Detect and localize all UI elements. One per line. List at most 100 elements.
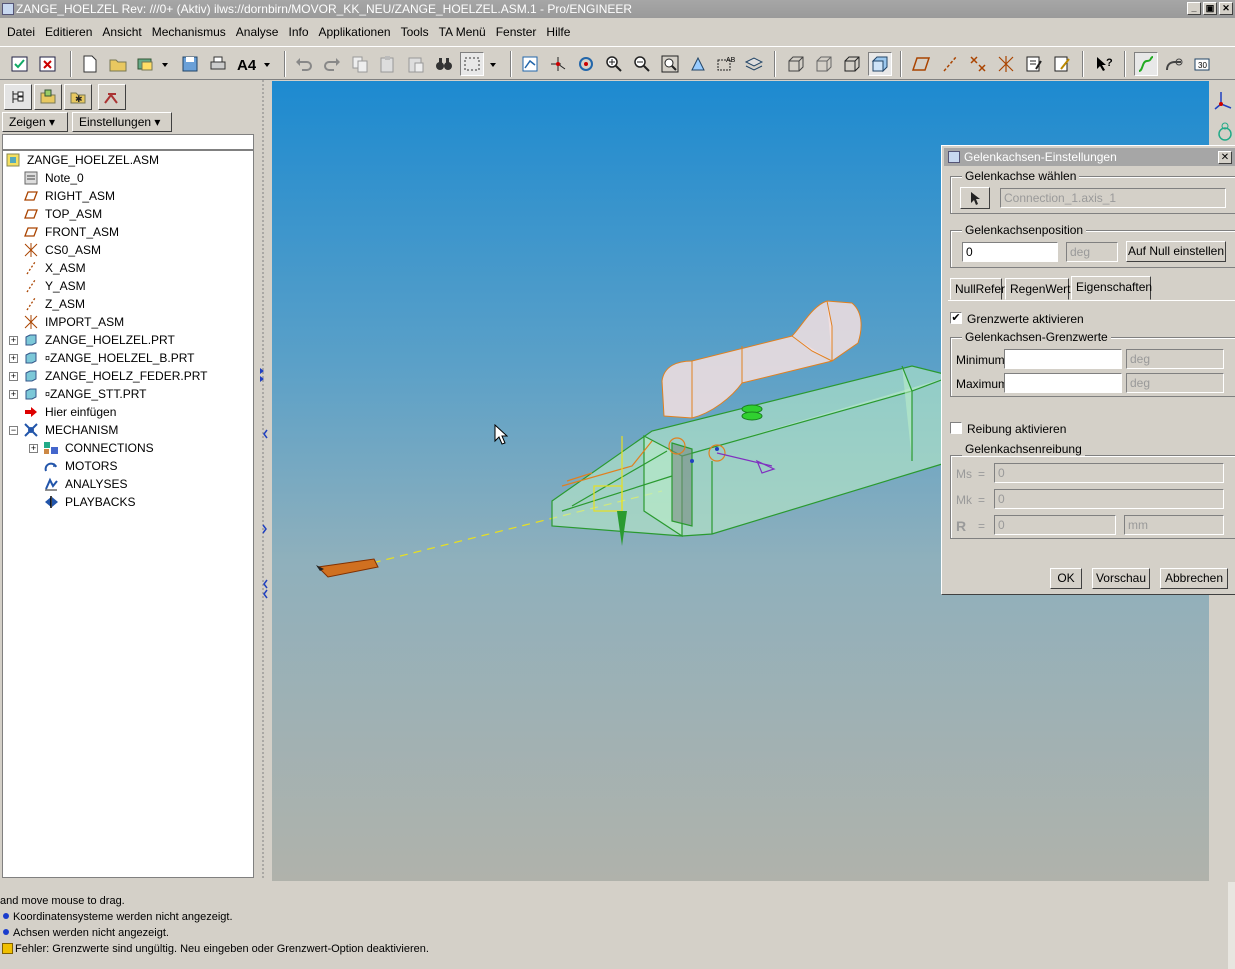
ok-button[interactable]: OK: [1050, 568, 1082, 589]
saved-views-icon[interactable]: AB: [714, 52, 738, 76]
no-hidden-icon[interactable]: [840, 52, 864, 76]
layers-icon[interactable]: [742, 52, 766, 76]
model-tree-tab[interactable]: [4, 84, 32, 110]
menu-datei[interactable]: Datei: [2, 22, 40, 42]
hidden-line-icon[interactable]: [812, 52, 836, 76]
new-file-icon[interactable]: [78, 52, 102, 76]
expand-toggle[interactable]: +: [9, 372, 18, 381]
open-folder-icon[interactable]: [106, 52, 130, 76]
paste-special-icon[interactable]: [404, 52, 428, 76]
message-line: Koordinatensysteme werden nicht angezeig…: [0, 909, 233, 925]
redo-icon[interactable]: [320, 52, 344, 76]
tab-nullrefer[interactable]: NullRefer: [950, 278, 1005, 300]
refit-icon[interactable]: [658, 52, 682, 76]
joint-axis-settings-dialog: Gelenkachsen-Einstellungen ✕ Gelenkachse…: [941, 145, 1235, 595]
menu-applikationen[interactable]: Applikationen: [314, 22, 396, 42]
drag-components-icon[interactable]: [1134, 52, 1158, 76]
zeigen-dropdown[interactable]: Zeigen ▾: [2, 112, 68, 132]
edit-annotation-icon[interactable]: [1050, 52, 1074, 76]
datum-points-icon[interactable]: [966, 52, 990, 76]
paste-icon[interactable]: [376, 52, 400, 76]
open-remote-icon[interactable]: [134, 52, 158, 76]
menu-editieren[interactable]: Editieren: [40, 22, 97, 42]
proe-app-icon: [2, 3, 14, 15]
menu-mechanismus[interactable]: Mechanismus: [147, 22, 231, 42]
wireframe-icon[interactable]: [784, 52, 808, 76]
expand-toggle[interactable]: +: [9, 354, 18, 363]
enable-friction-checkbox[interactable]: [950, 422, 962, 434]
favorites-tab[interactable]: ✱: [64, 84, 92, 110]
model-tree: ZANGE_HOELZEL.ASM Note_0 RIGHT_ASM TOP_A…: [2, 150, 254, 878]
print-icon[interactable]: [206, 52, 230, 76]
csys-display-icon[interactable]: [1213, 90, 1233, 115]
cancel-button[interactable]: Abbrechen: [1160, 568, 1228, 589]
datum-plane-icon: [23, 207, 39, 221]
collapse-toggle[interactable]: −: [9, 426, 18, 435]
close-window-button[interactable]: ✕: [1219, 2, 1233, 15]
undo-icon[interactable]: [292, 52, 316, 76]
set-to-zero-button[interactable]: Auf Null einstellen: [1126, 241, 1226, 262]
dialog-close-button[interactable]: ✕: [1218, 151, 1232, 164]
expand-toggle[interactable]: +: [9, 390, 18, 399]
zoom-out-icon[interactable]: [630, 52, 654, 76]
minimum-input[interactable]: [1004, 349, 1122, 369]
spin-center-icon[interactable]: [574, 52, 598, 76]
menu-tools[interactable]: Tools: [396, 22, 434, 42]
maximize-button[interactable]: ▣: [1203, 2, 1217, 15]
panel-splitter[interactable]: [258, 80, 270, 880]
context-help-icon[interactable]: ?: [1092, 52, 1116, 76]
tab-eigenschaften[interactable]: Eigenschaften: [1071, 276, 1152, 300]
minimize-button[interactable]: _: [1187, 2, 1201, 15]
expand-toggle[interactable]: +: [9, 336, 18, 345]
menu-ansicht[interactable]: Ansicht: [97, 22, 146, 42]
expand-toggle[interactable]: +: [29, 444, 38, 453]
menu-analyse[interactable]: Analyse: [231, 22, 284, 42]
zoom-in-icon[interactable]: [602, 52, 626, 76]
dropdown-arrow-icon[interactable]: [158, 52, 172, 76]
snapshot-icon[interactable]: 30: [1190, 52, 1214, 76]
datum-axes-icon[interactable]: [938, 52, 962, 76]
connections-tab[interactable]: [98, 84, 126, 110]
selection-box-icon[interactable]: [460, 52, 484, 76]
shading-icon[interactable]: [868, 52, 892, 76]
maximum-input[interactable]: [1004, 373, 1122, 393]
csys-icon[interactable]: [994, 52, 1018, 76]
close-window-icon[interactable]: [36, 52, 60, 76]
menu-ta-menu[interactable]: TA Menü: [434, 22, 491, 42]
spin-display-icon[interactable]: [1213, 120, 1233, 145]
folder-browser-tab[interactable]: [34, 84, 62, 110]
annotation-icon[interactable]: [1022, 52, 1046, 76]
window-activate-icon[interactable]: [8, 52, 32, 76]
message-scrollbar[interactable]: [1228, 882, 1235, 969]
dropdown-arrow-icon[interactable]: [260, 52, 274, 76]
enable-limits-label: Grenzwerte aktivieren: [967, 312, 1084, 326]
dropdown-arrow-icon[interactable]: [486, 52, 500, 76]
connect-icon[interactable]: [1162, 52, 1186, 76]
warning-icon: [2, 943, 13, 954]
preview-button[interactable]: Vorschau: [1092, 568, 1150, 589]
enable-limits-checkbox[interactable]: ✔: [950, 312, 962, 324]
datum-planes-icon[interactable]: [910, 52, 934, 76]
playbacks-icon: [43, 495, 59, 509]
detached-part: [316, 558, 379, 578]
limits-group-label: Gelenkachsen-Grenzwerte: [962, 330, 1111, 344]
select-axis-button[interactable]: [960, 187, 990, 209]
menu-hilfe[interactable]: Hilfe: [541, 22, 575, 42]
axis-position-input[interactable]: 0: [962, 242, 1058, 262]
menu-info[interactable]: Info: [283, 22, 313, 42]
tree-header-strip: [2, 134, 254, 150]
menu-fenster[interactable]: Fenster: [491, 22, 542, 42]
datum-point-icon[interactable]: [546, 52, 570, 76]
copy-icon[interactable]: [348, 52, 372, 76]
position-unit-field: deg: [1066, 242, 1118, 262]
save-icon[interactable]: [178, 52, 202, 76]
tab-regenwert[interactable]: RegenWert: [1005, 278, 1070, 300]
reorient-icon[interactable]: [686, 52, 710, 76]
einstellungen-dropdown[interactable]: Einstellungen ▾: [72, 112, 172, 132]
paper-size-icon[interactable]: A4: [234, 52, 258, 76]
svg-text:✱: ✱: [75, 94, 83, 104]
find-binoculars-icon[interactable]: [432, 52, 456, 76]
datum-plane-icon: [23, 189, 39, 203]
enable-friction-label: Reibung aktivieren: [967, 422, 1067, 436]
regenerate-icon[interactable]: [518, 52, 542, 76]
